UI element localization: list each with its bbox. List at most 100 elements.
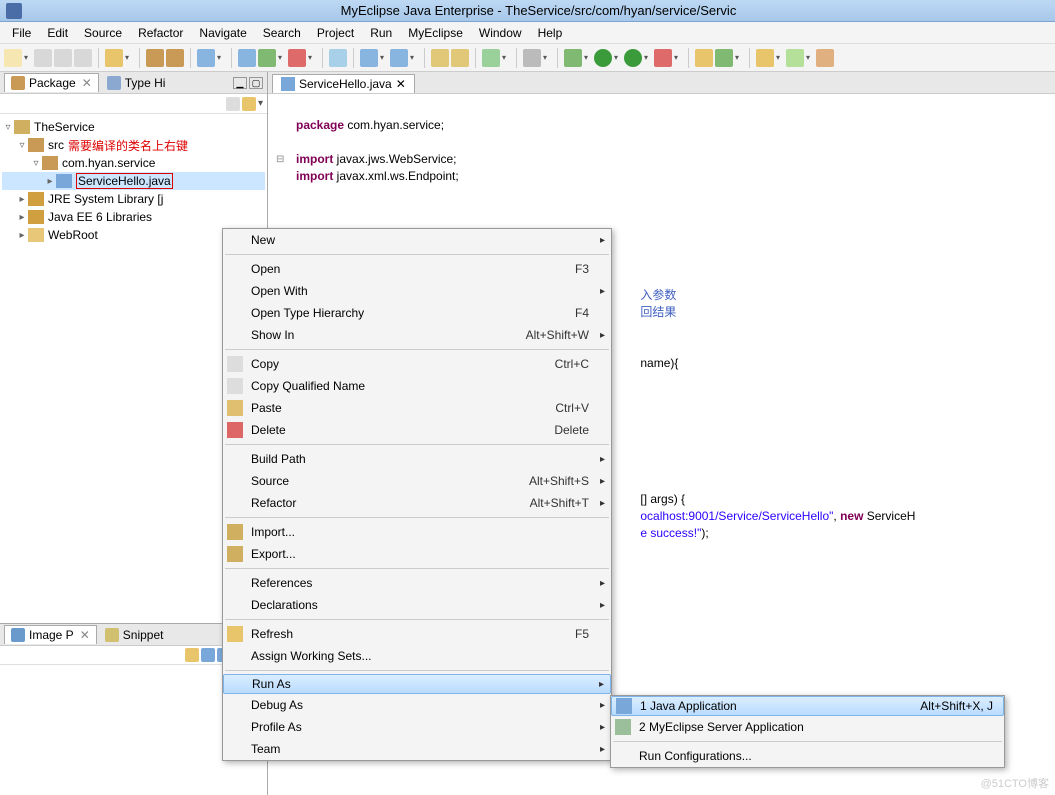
menu-myeclipse[interactable]: MyEclipse (400, 24, 471, 42)
close-icon[interactable]: ✕ (82, 76, 92, 90)
ctx-declarations[interactable]: Declarations▸ (223, 594, 611, 616)
link-icon[interactable] (242, 97, 256, 111)
new-icon[interactable] (4, 49, 22, 67)
ctx-build-path[interactable]: Build Path▸ (223, 448, 611, 470)
menu-file[interactable]: File (4, 24, 39, 42)
newclass-icon[interactable] (695, 49, 713, 67)
tree-jre[interactable]: ▸ JRE System Library [j (2, 190, 265, 208)
menu-help[interactable]: Help (530, 24, 571, 42)
debug-icon[interactable] (482, 49, 500, 67)
shortcut: F3 (575, 262, 589, 276)
viewmenu-icon[interactable]: ▾ (258, 98, 263, 109)
kw-package: package (296, 118, 344, 132)
image-preview-tab[interactable]: Image P ✕ (4, 625, 97, 644)
ctx-open[interactable]: OpenF3 (223, 258, 611, 280)
tree-project[interactable]: ▿ TheService (2, 118, 265, 136)
home-icon[interactable] (185, 648, 199, 662)
ctx-delete[interactable]: DeleteDelete (223, 419, 611, 441)
ctx-paste[interactable]: PasteCtrl+V (223, 397, 611, 419)
menu-window[interactable]: Window (471, 24, 530, 42)
menu-run[interactable]: Run (362, 24, 400, 42)
camera-icon[interactable] (523, 49, 541, 67)
label: Paste (251, 401, 282, 415)
zoom-in-icon[interactable] (201, 648, 215, 662)
src-label: src (48, 138, 64, 152)
folder-icon[interactable] (431, 49, 449, 67)
print-icon[interactable] (74, 49, 92, 67)
submenu-run-configurations[interactable]: Run Configurations... (611, 745, 1004, 767)
code-text: ServiceH (863, 509, 915, 523)
submenu-java-application[interactable]: 1 Java ApplicationAlt+Shift+X, J (611, 696, 1004, 716)
ctx-debug-as[interactable]: Debug As▸ (223, 694, 611, 716)
menu-navigate[interactable]: Navigate (191, 24, 254, 42)
star3-icon[interactable] (816, 49, 834, 67)
stop2-icon[interactable] (654, 49, 672, 67)
menu-source[interactable]: Source (76, 24, 130, 42)
menu-edit[interactable]: Edit (39, 24, 76, 42)
maximize-icon[interactable]: ▢ (249, 77, 263, 89)
tree-src[interactable]: ▿ src 需要编译的类名上右键 (2, 136, 265, 154)
deploy-icon[interactable] (238, 49, 256, 67)
tree-jee[interactable]: ▸ Java EE 6 Libraries (2, 208, 265, 226)
star2-icon[interactable] (786, 49, 804, 67)
snippets-tab[interactable]: Snippet (99, 626, 170, 644)
ctx-profile-as[interactable]: Profile As▸ (223, 716, 611, 738)
ctx-import[interactable]: Import... (223, 521, 611, 543)
folder2-icon[interactable] (451, 49, 469, 67)
collapse-icon[interactable] (226, 97, 240, 111)
ctx-team[interactable]: Team▸ (223, 738, 611, 760)
code-text: javax.xml.ws.Endpoint; (333, 169, 458, 183)
submenu-server-application[interactable]: 2 MyEclipse Server Application (611, 716, 1004, 738)
package-explorer-tab[interactable]: Package ✕ (4, 73, 99, 92)
ctx-refactor[interactable]: RefactorAlt+Shift+T▸ (223, 492, 611, 514)
label: Team (251, 742, 280, 756)
ctx-source[interactable]: SourceAlt+Shift+S▸ (223, 470, 611, 492)
ctx-run-as[interactable]: Run As▸ (223, 674, 611, 694)
ctx-export[interactable]: Export... (223, 543, 611, 565)
stop-icon[interactable] (288, 49, 306, 67)
type-hierarchy-tab[interactable]: Type Hi (101, 74, 172, 92)
ctx-assign-working-sets[interactable]: Assign Working Sets... (223, 645, 611, 667)
newproj-icon[interactable] (105, 49, 123, 67)
start-icon[interactable] (258, 49, 276, 67)
fold-icon[interactable]: ⊟ (276, 151, 284, 168)
star-icon[interactable] (756, 49, 774, 67)
saveall-icon[interactable] (54, 49, 72, 67)
browser-icon[interactable] (197, 49, 215, 67)
globe-icon[interactable] (360, 49, 378, 67)
ctx-copy[interactable]: CopyCtrl+C (223, 353, 611, 375)
run-icon[interactable] (564, 49, 582, 67)
kw-import: import (296, 152, 333, 166)
code-comment: 入参数 (640, 288, 676, 302)
menu-search[interactable]: Search (255, 24, 309, 42)
db-icon[interactable] (329, 49, 347, 67)
editor-tab-servicehello[interactable]: ServiceHello.java ✕ (272, 74, 415, 93)
tree-file-servicehello[interactable]: ▸ ServiceHello.java (2, 172, 265, 190)
ctx-copy-qualified[interactable]: Copy Qualified Name (223, 375, 611, 397)
menu-project[interactable]: Project (309, 24, 362, 42)
label: Run As (252, 677, 291, 691)
ctx-refresh[interactable]: RefreshF5 (223, 623, 611, 645)
label: Import... (251, 525, 295, 539)
label: Copy (251, 357, 279, 371)
class-icon[interactable] (166, 49, 184, 67)
tree-package[interactable]: ▿ com.hyan.service (2, 154, 265, 172)
close-icon[interactable]: ✕ (80, 628, 90, 642)
ctx-show-in[interactable]: Show InAlt+Shift+W▸ (223, 324, 611, 346)
ctx-open-type-hierarchy[interactable]: Open Type HierarchyF4 (223, 302, 611, 324)
run3-icon[interactable] (624, 49, 642, 67)
label: Assign Working Sets... (251, 649, 372, 663)
ctx-new[interactable]: New▸ (223, 229, 611, 251)
ctx-references[interactable]: References▸ (223, 572, 611, 594)
refresh-icon (227, 626, 243, 642)
menu-refactor[interactable]: Refactor (130, 24, 191, 42)
close-icon[interactable]: ✕ (396, 77, 406, 91)
ctx-open-with[interactable]: Open With▸ (223, 280, 611, 302)
minimize-icon[interactable]: ▁ (233, 77, 247, 89)
save-icon[interactable] (34, 49, 52, 67)
newenum-icon[interactable] (715, 49, 733, 67)
globe2-icon[interactable] (390, 49, 408, 67)
pkg-icon[interactable] (146, 49, 164, 67)
label: Copy Qualified Name (251, 379, 365, 393)
run2-icon[interactable] (594, 49, 612, 67)
